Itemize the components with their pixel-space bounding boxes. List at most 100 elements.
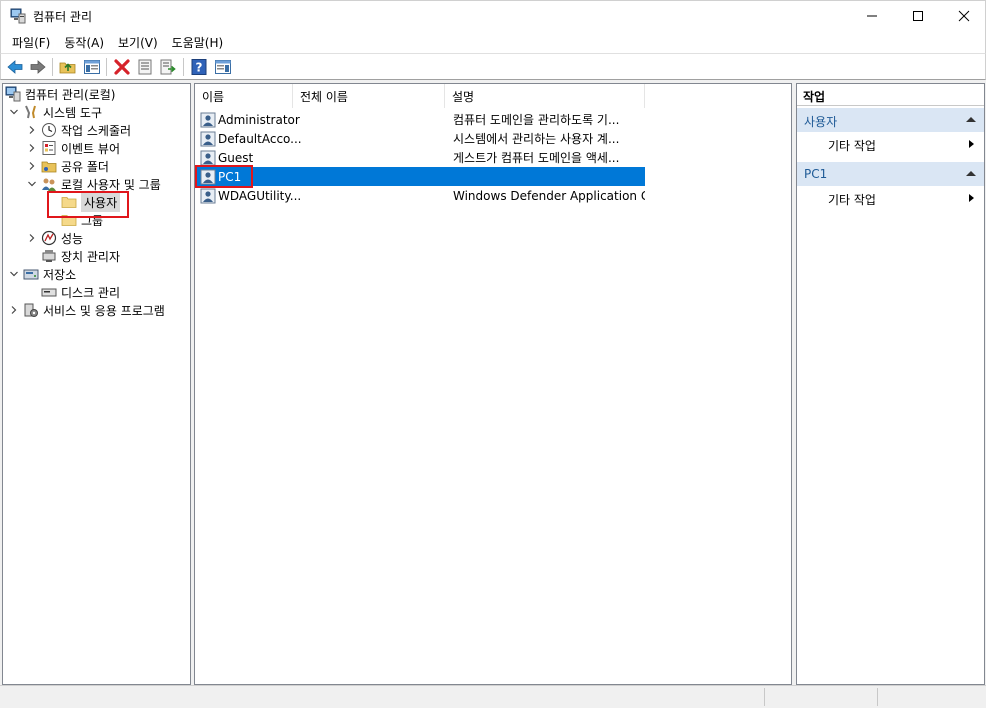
user-name: DefaultAcco... (218, 131, 302, 146)
device-manager-icon (41, 248, 57, 264)
action-pane-header: 작업 (797, 84, 984, 106)
chevron-right-icon[interactable] (7, 303, 21, 317)
maximize-button[interactable] (895, 1, 941, 31)
tree-item-root[interactable]: 컴퓨터 관리(로컬) (5, 85, 115, 103)
action-more-actions[interactable]: 기타 작업 (797, 188, 984, 208)
tree-label: 컴퓨터 관리(로컬) (25, 87, 116, 102)
menu-help[interactable]: 도움말(H) (165, 30, 231, 53)
status-separator (877, 688, 878, 706)
list-item[interactable]: DefaultAcco... 시스템에서 관리하는 사용자 계... (195, 129, 619, 148)
properties-icon[interactable] (135, 57, 155, 77)
user-description: Windows Defender Application G... (453, 188, 645, 203)
tools-icon (23, 104, 39, 120)
tree-item-performance[interactable]: 성능 (25, 229, 83, 247)
tree-item-event-viewer[interactable]: 이벤트 뷰어 (25, 139, 120, 157)
tree-label: 이벤트 뷰어 (61, 141, 121, 156)
collapse-icon[interactable] (966, 171, 976, 176)
toolbar: ? (0, 53, 986, 80)
user-icon (200, 188, 216, 204)
computer-management-icon (5, 86, 21, 102)
show-hide-tree-icon[interactable] (82, 57, 102, 77)
users-group-icon (41, 176, 57, 192)
window-title: 컴퓨터 관리 (33, 10, 93, 24)
console-tree: 컴퓨터 관리(로컬) 시스템 도구 작업 스케줄러 이벤트 뷰어 공유 폴더 로… (2, 83, 191, 685)
clock-icon (41, 122, 57, 138)
user-description: 컴퓨터 도메인을 관리하도록 기... (453, 113, 620, 127)
forward-icon[interactable] (28, 57, 48, 77)
tree-label: 성능 (61, 231, 84, 246)
services-icon (23, 302, 39, 318)
disk-icon (41, 284, 57, 300)
chevron-right-icon[interactable] (25, 231, 39, 245)
chevron-right-icon[interactable] (25, 123, 39, 137)
column-header-full-name[interactable]: 전체 이름 (293, 84, 445, 108)
menu-bar: 파일(F) 동작(A) 보기(V) 도움말(H) (0, 30, 986, 53)
user-list: 이름 전체 이름 설명 Administrator 컴퓨터 도메인을 관리하도록… (194, 83, 792, 685)
performance-icon (41, 230, 57, 246)
user-icon (200, 112, 216, 128)
user-description: 게스트가 컴퓨터 도메인을 액세... (453, 151, 620, 165)
action-section-users[interactable]: 사용자 (797, 108, 984, 132)
user-name: WDAGUtility... (218, 188, 302, 203)
toolbar-separator (183, 58, 184, 76)
minimize-button[interactable] (849, 1, 895, 31)
column-header-description[interactable]: 설명 (445, 84, 645, 108)
chevron-down-icon[interactable] (25, 177, 39, 191)
user-description: 시스템에서 관리하는 사용자 계... (453, 132, 620, 146)
svg-text:?: ? (196, 61, 203, 75)
storage-icon (23, 266, 39, 282)
status-separator (764, 688, 765, 706)
chevron-right-icon[interactable] (25, 159, 39, 173)
menu-view[interactable]: 보기(V) (111, 30, 165, 53)
main-area: 컴퓨터 관리(로컬) 시스템 도구 작업 스케줄러 이벤트 뷰어 공유 폴더 로… (0, 80, 986, 685)
submenu-arrow-icon (969, 194, 974, 202)
tree-label: 저장소 (43, 267, 77, 282)
tree-label: 공유 폴더 (61, 159, 109, 174)
chevron-right-icon[interactable] (25, 141, 39, 155)
list-item[interactable]: Administrator 컴퓨터 도메인을 관리하도록 기... (195, 110, 619, 129)
submenu-arrow-icon (969, 140, 974, 148)
list-item-selected[interactable]: PC1 (195, 167, 645, 186)
action-more-actions[interactable]: 기타 작업 (797, 134, 984, 154)
event-viewer-icon (41, 140, 57, 156)
action-item-label: 기타 작업 (828, 139, 876, 153)
menu-file[interactable]: 파일(F) (5, 30, 57, 53)
highlight-box-users (47, 191, 129, 218)
menu-action[interactable]: 동작(A) (57, 30, 111, 53)
tree-item-services-apps[interactable]: 서비스 및 응용 프로그램 (7, 301, 165, 319)
list-item[interactable]: WDAGUtility... Windows Defender Applicat… (195, 186, 645, 205)
action-section-pc1[interactable]: PC1 (797, 162, 984, 186)
user-icon (200, 131, 216, 147)
collapse-icon[interactable] (966, 117, 976, 122)
tree-label: 시스템 도구 (43, 105, 103, 120)
action-section-title: PC1 (804, 167, 828, 181)
list-header: 이름 전체 이름 설명 (195, 84, 791, 108)
delete-icon[interactable] (112, 57, 132, 77)
column-header-name[interactable]: 이름 (195, 84, 293, 108)
tree-item-task-scheduler[interactable]: 작업 스케줄러 (25, 121, 131, 139)
tree-item-disk-management[interactable]: 디스크 관리 (41, 283, 120, 301)
tree-item-storage[interactable]: 저장소 (7, 265, 76, 283)
toolbar-separator (106, 58, 107, 76)
back-icon[interactable] (5, 57, 25, 77)
user-name: Administrator (218, 112, 300, 127)
tree-item-device-manager[interactable]: 장치 관리자 (41, 247, 120, 265)
user-icon (200, 150, 216, 166)
show-hide-action-pane-icon[interactable] (213, 57, 233, 77)
tree-item-system-tools[interactable]: 시스템 도구 (7, 103, 102, 121)
action-section-title: 사용자 (804, 115, 838, 129)
highlight-box-pc1 (195, 165, 253, 188)
tree-label: 디스크 관리 (61, 285, 121, 300)
up-folder-icon[interactable] (58, 57, 78, 77)
computer-management-icon (10, 8, 26, 24)
close-button[interactable] (941, 1, 986, 31)
chevron-down-icon[interactable] (7, 105, 21, 119)
tree-label: 서비스 및 응용 프로그램 (43, 303, 165, 318)
title-bar: 컴퓨터 관리 (0, 0, 986, 30)
toolbar-separator (52, 58, 53, 76)
export-list-icon[interactable] (158, 57, 178, 77)
shared-folder-icon (41, 158, 57, 174)
chevron-down-icon[interactable] (7, 267, 21, 281)
tree-item-shared-folders[interactable]: 공유 폴더 (25, 157, 109, 175)
help-icon[interactable]: ? (189, 57, 209, 77)
